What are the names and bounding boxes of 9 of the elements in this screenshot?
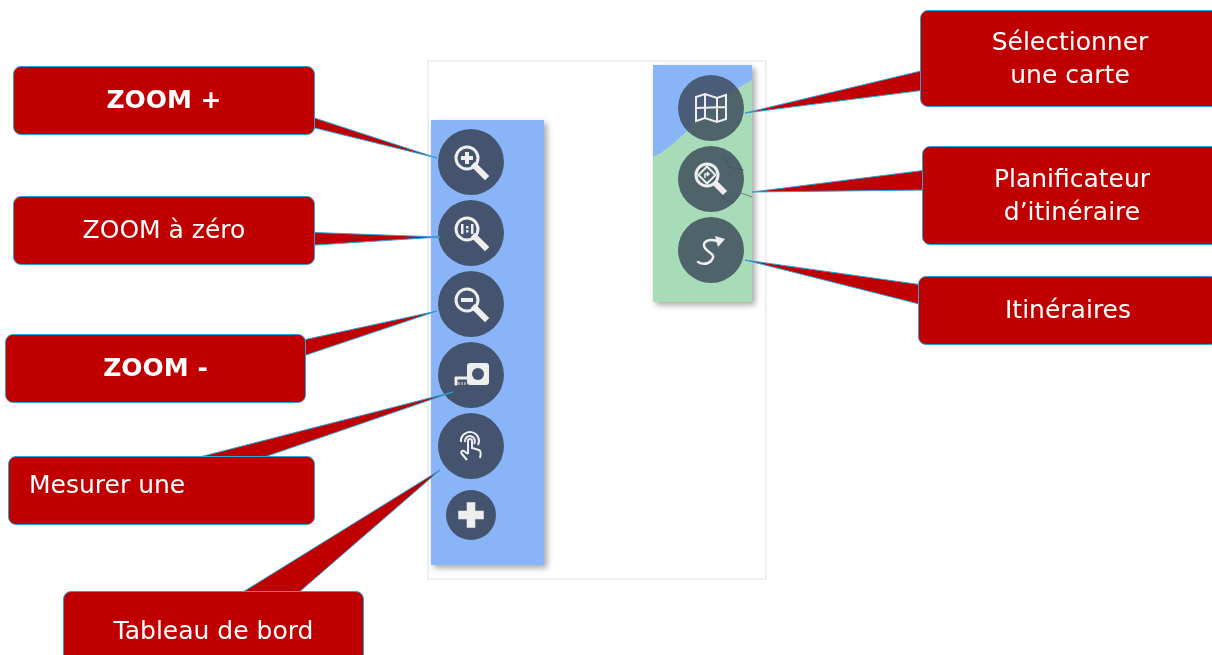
callout-text: ZOOM à zéro bbox=[82, 214, 246, 247]
callout-text: Sélectionner une carte bbox=[990, 26, 1150, 91]
callout-text: ZOOM + bbox=[106, 84, 222, 117]
callout-text: Planificateur d’itinéraire bbox=[992, 163, 1152, 228]
callout-text: ZOOM - bbox=[103, 352, 208, 385]
callout-text: Itinéraires bbox=[1005, 294, 1131, 327]
add-button[interactable] bbox=[446, 490, 496, 540]
callout-text: Tableau de bord bbox=[113, 614, 314, 647]
callout-text: Mesurer une bbox=[29, 469, 186, 501]
